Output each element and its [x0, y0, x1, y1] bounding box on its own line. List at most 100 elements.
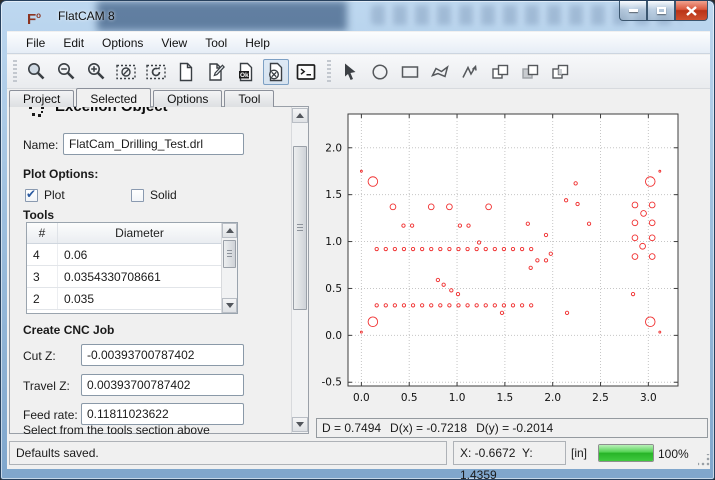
- draw-path-button[interactable]: [457, 59, 483, 85]
- plot-area[interactable]: 0.00.51.01.52.02.53.0-0.50.00.51.01.52.0: [313, 93, 710, 418]
- maximize-button[interactable]: [647, 1, 675, 21]
- zoom-out-button[interactable]: [53, 59, 79, 85]
- svg-text:1.5: 1.5: [497, 392, 514, 404]
- tab-options[interactable]: Options: [153, 90, 222, 107]
- table-row[interactable]: 2 0.035: [27, 288, 221, 310]
- title-bar[interactable]: Fo FlatCAM 8: [1, 1, 715, 31]
- col-header-number[interactable]: #: [27, 223, 58, 243]
- thumb-grip-icon: [297, 224, 303, 231]
- triangle-down-icon: [226, 303, 234, 308]
- table-row[interactable]: 3 0.0354330708661: [27, 266, 221, 288]
- tab-strip: Project Selected Options Tool: [9, 89, 276, 107]
- svg-text:0.5: 0.5: [325, 283, 342, 295]
- plot-checkbox-label: Plot: [44, 188, 65, 202]
- toolbar-grip[interactable]: [13, 60, 17, 84]
- cutz-field[interactable]: -0.00393700787402: [81, 344, 244, 366]
- triangle-down-icon: [296, 422, 304, 427]
- scroll-up-arrow[interactable]: [292, 108, 308, 123]
- plot-options-label: Plot Options:: [23, 167, 98, 181]
- tool-diameter: 0.035: [58, 288, 221, 309]
- select-pointer-button[interactable]: [337, 59, 363, 85]
- cutz-label: Cut Z:: [23, 349, 56, 363]
- glass-reflection-dark: [97, 1, 347, 31]
- name-field[interactable]: FlatCam_Drilling_Test.drl: [63, 133, 244, 155]
- feedrate-label: Feed rate:: [23, 408, 78, 422]
- zoom-in-button[interactable]: [83, 59, 109, 85]
- svg-text:3.0: 3.0: [640, 392, 657, 404]
- tab-tool[interactable]: Tool: [224, 90, 274, 107]
- panel-scroll-content: Excellon Object Name: FlatCam_Drilling_T…: [11, 107, 291, 434]
- solid-checkbox[interactable]: Solid: [131, 188, 177, 202]
- draw-circle-button[interactable]: [367, 59, 393, 85]
- travelz-field[interactable]: 0.00393700787402: [81, 374, 244, 396]
- scrollbar-thumb[interactable]: [293, 146, 307, 310]
- svg-text:0.5: 0.5: [401, 392, 418, 404]
- menu-help[interactable]: Help: [236, 33, 279, 53]
- checkbox-unchecked-icon: [131, 189, 144, 202]
- scroll-down-arrow[interactable]: [292, 417, 308, 432]
- shell-icon: [295, 61, 317, 83]
- intersect-button[interactable]: [547, 59, 573, 85]
- tools-table: # Diameter 4 0.06 3 0.0354330708661 2 0.…: [26, 222, 238, 314]
- draw-polygon-button[interactable]: [427, 59, 453, 85]
- ok-file-icon: Ok: [235, 61, 257, 83]
- svg-text:1.0: 1.0: [325, 236, 342, 248]
- flatcam-logo-icon: Fo: [27, 7, 47, 24]
- scroll-down-arrow[interactable]: [222, 298, 237, 313]
- flatcam-window: Fo FlatCAM 8 File Edit Options View Tool…: [0, 0, 715, 480]
- feedrate-field[interactable]: 0.11811023622: [81, 403, 244, 425]
- shell-button[interactable]: [293, 59, 319, 85]
- draw-path-icon: [459, 61, 481, 83]
- table-scrollbar[interactable]: [221, 223, 237, 313]
- progress-fill: [599, 445, 653, 461]
- close-button[interactable]: [675, 1, 708, 21]
- measurement-readout: D = 0.7494D(x) = -0.7218D(y) = -0.2014: [316, 418, 708, 438]
- tool-diameter: 0.06: [58, 244, 221, 265]
- menu-view[interactable]: View: [152, 33, 196, 53]
- tools-table-header[interactable]: # Diameter: [27, 223, 221, 244]
- new-file-button[interactable]: [173, 59, 199, 85]
- scrollbar-thumb[interactable]: [223, 240, 236, 268]
- select-pointer-icon: [339, 61, 361, 83]
- panel-scrollbar[interactable]: [291, 107, 308, 433]
- union-icon: [489, 61, 511, 83]
- minimize-button[interactable]: [619, 1, 647, 21]
- drill-plot-canvas[interactable]: 0.00.51.01.52.02.53.0-0.50.00.51.01.52.0: [313, 93, 710, 418]
- travelz-label: Travel Z:: [23, 379, 70, 393]
- menu-tool[interactable]: Tool: [196, 33, 236, 53]
- excellon-object-icon: [28, 107, 46, 119]
- draw-rectangle-button[interactable]: [397, 59, 423, 85]
- tab-project[interactable]: Project: [9, 90, 74, 107]
- menu-bar: File Edit Options View Tool Help: [7, 32, 710, 54]
- menu-options[interactable]: Options: [93, 33, 152, 53]
- status-message: Defaults saved.: [9, 441, 447, 465]
- edit-object-button[interactable]: [203, 59, 229, 85]
- plot-checkbox[interactable]: Plot: [25, 188, 65, 202]
- ok-file-button[interactable]: Ok: [233, 59, 259, 85]
- tool-number: 2: [27, 288, 58, 309]
- union-button[interactable]: [487, 59, 513, 85]
- subtract-button[interactable]: [517, 59, 543, 85]
- clear-plot-button[interactable]: [113, 59, 139, 85]
- svg-text:1.5: 1.5: [325, 189, 342, 201]
- resize-grip-icon[interactable]: [698, 454, 710, 466]
- panel-title: Excellon Object: [55, 107, 168, 115]
- cancel-edit-button[interactable]: [263, 59, 289, 85]
- col-header-diameter[interactable]: Diameter: [58, 223, 221, 243]
- scroll-up-arrow[interactable]: [222, 223, 237, 238]
- checkbox-checked-icon: [25, 189, 38, 202]
- zoom-fit-button[interactable]: [23, 59, 49, 85]
- toolbar-grip-2[interactable]: [327, 60, 331, 84]
- replot-button[interactable]: [143, 59, 169, 85]
- subtract-icon: [519, 61, 541, 83]
- clear-plot-icon: [115, 61, 137, 83]
- table-row[interactable]: 4 0.06: [27, 244, 221, 266]
- svg-text:Ok: Ok: [240, 72, 249, 79]
- menu-edit[interactable]: Edit: [54, 33, 93, 53]
- tab-selected[interactable]: Selected: [76, 88, 151, 107]
- close-icon: [686, 6, 697, 16]
- name-label: Name:: [23, 138, 58, 152]
- solid-checkbox-label: Solid: [150, 188, 177, 202]
- tools-hint-text: Select from the tools section above: [23, 423, 210, 434]
- menu-file[interactable]: File: [17, 33, 54, 53]
